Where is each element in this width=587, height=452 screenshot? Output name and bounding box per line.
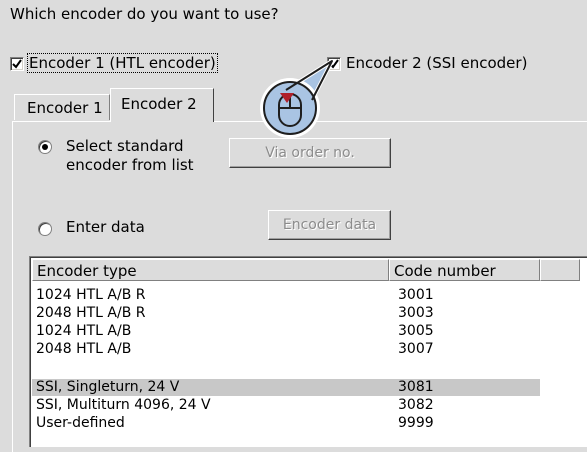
encoder-type-cell: SSI, Multiturn 4096, 24 V: [36, 397, 211, 413]
standard-encoder-label-line2: encoder from list: [66, 156, 194, 174]
tab-encoder-1[interactable]: Encoder 1: [14, 94, 110, 120]
enter-data-label[interactable]: Enter data: [66, 218, 145, 236]
column-header-empty: [540, 259, 580, 281]
code-number-cell: 3007: [398, 341, 434, 357]
table-row[interactable]: SSI, Multiturn 4096, 24 V 3082: [32, 397, 540, 414]
encoder-data-button-label: Encoder data: [282, 217, 377, 233]
check-icon: [12, 59, 22, 69]
code-number-cell: 3005: [398, 323, 434, 339]
code-number-cell: 3001: [398, 287, 434, 303]
encoder-data-button[interactable]: Encoder data: [268, 210, 391, 240]
mouse-click-icon: [260, 59, 334, 138]
standard-encoder-label-line1: Select standard: [66, 137, 184, 155]
table-row[interactable]: 2048 HTL A/B R 3003: [32, 305, 540, 322]
encoder1-checkbox-label[interactable]: Encoder 1 (HTL encoder): [27, 53, 218, 73]
code-number-cell: 3003: [398, 305, 434, 321]
column-header-code-number[interactable]: Code number: [389, 259, 540, 281]
table-row[interactable]: User-defined 9999: [32, 415, 540, 432]
table-row[interactable]: 1024 HTL A/B R 3001: [32, 287, 540, 304]
radio-selected-dot: [42, 144, 48, 150]
standard-encoder-radio[interactable]: [38, 140, 52, 154]
table-row[interactable]: 1024 HTL A/B 3005: [32, 323, 540, 340]
encoder-type-cell: SSI, Singleturn, 24 V: [36, 379, 180, 395]
code-number-cell: 3082: [398, 397, 434, 413]
column-header-encoder-type[interactable]: Encoder type: [32, 259, 389, 281]
encoder-type-cell: 2048 HTL A/B R: [36, 305, 146, 321]
enter-data-radio[interactable]: [38, 222, 52, 236]
standard-encoder-label[interactable]: Select standard encoder from list: [66, 137, 194, 175]
encoder-type-cell: 1024 HTL A/B R: [36, 287, 146, 303]
encoder2-checkbox-label[interactable]: Encoder 2 (SSI encoder): [346, 54, 527, 72]
question-label: Which encoder do you want to use?: [10, 5, 279, 23]
tab-encoder-2-label: Encoder 2: [121, 95, 197, 113]
tab-encoder-2[interactable]: Encoder 2: [110, 88, 214, 122]
encoder-type-cell: 1024 HTL A/B: [36, 323, 132, 339]
table-row-selected[interactable]: SSI, Singleturn, 24 V 3081: [32, 379, 540, 396]
encoder-type-cell: 2048 HTL A/B: [36, 341, 132, 357]
code-number-cell: 9999: [398, 415, 434, 431]
code-number-cell: 3081: [398, 379, 434, 395]
tab-encoder-1-label: Encoder 1: [27, 99, 103, 117]
table-row[interactable]: 2048 HTL A/B 3007: [32, 341, 540, 358]
encoder1-checkbox[interactable]: [10, 57, 24, 71]
encoder-list[interactable]: Encoder type Code number 1024 HTL A/B R …: [29, 256, 587, 447]
encoder-type-cell: User-defined: [36, 415, 125, 431]
